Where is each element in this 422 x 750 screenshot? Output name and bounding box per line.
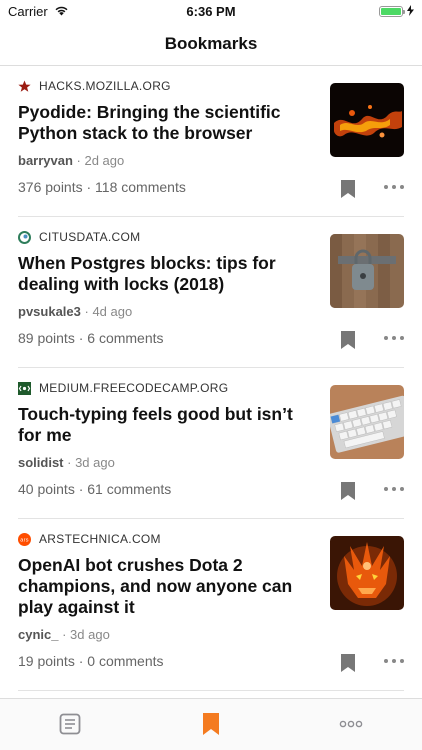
story-item[interactable]: CITUSDATA.COM When Postgres blocks: tips… [18, 217, 404, 368]
story-stats[interactable]: 19 points · 0 comments [18, 653, 164, 669]
bookmark-button[interactable] [340, 330, 356, 350]
story-source-label: CITUSDATA.COM [39, 230, 141, 244]
story-author[interactable]: barryvan [18, 153, 73, 168]
battery-icon [379, 6, 405, 17]
story-byline: pvsukale3 · 4d ago [18, 304, 132, 319]
more-options-button[interactable] [384, 479, 404, 499]
bookmark-button[interactable] [340, 179, 356, 199]
story-byline: solidist · 3d ago [18, 455, 115, 470]
tab-more[interactable] [336, 711, 366, 737]
bookmark-icon [203, 713, 219, 735]
keyboard-image [330, 385, 404, 459]
story-byline: barryvan · 2d ago [18, 153, 124, 168]
story-source: MEDIUM.FREECODECAMP.ORG [18, 380, 228, 396]
status-bar: Carrier 6:36 PM [0, 0, 422, 22]
page-title: Bookmarks [164, 34, 258, 53]
status-time: 6:36 PM [186, 4, 236, 19]
story-title[interactable]: Touch-typing feels good but isn’t for me [18, 404, 308, 446]
story-time: · 4d ago [84, 304, 133, 319]
story-source-label: MEDIUM.FREECODECAMP.ORG [39, 381, 229, 395]
story-source: HACKS.MOZILLA.ORG [18, 78, 171, 94]
more-icon [339, 720, 363, 728]
freecodecamp-icon [18, 381, 31, 395]
story-title[interactable]: When Postgres blocks: tips for dealing w… [18, 253, 308, 295]
citus-icon [18, 230, 31, 244]
story-time: · 2d ago [76, 153, 125, 168]
status-right [379, 4, 414, 19]
mozilla-star-icon [18, 80, 31, 93]
story-stats[interactable]: 376 points · 118 comments [18, 179, 186, 195]
bookmarks-list: HACKS.MOZILLA.ORG Pyodide: Bringing the … [0, 66, 422, 698]
more-options-button[interactable] [384, 328, 404, 348]
story-source-label: HACKS.MOZILLA.ORG [39, 79, 171, 93]
story-item[interactable]: MEDIUM.FREECODECAMP.ORG Touch-typing fee… [18, 368, 404, 519]
stories-icon [59, 713, 81, 735]
story-title[interactable]: Pyodide: Bringing the scientific Python … [18, 102, 308, 144]
bookmark-button[interactable] [340, 653, 356, 673]
story-author[interactable]: solidist [18, 455, 64, 470]
story-title[interactable]: OpenAI bot crushes Dota 2 champions, and… [18, 555, 308, 618]
story-item[interactable]: ars ARSTECHNICA.COM OpenAI bot crushes D… [18, 519, 404, 691]
story-stats[interactable]: 89 points · 6 comments [18, 330, 164, 346]
story-time: · 3d ago [62, 627, 110, 642]
arstechnica-icon: ars [18, 532, 31, 546]
fire-image [330, 83, 404, 157]
story-source: ars ARSTECHNICA.COM [18, 531, 161, 547]
story-byline: cynic_ · 3d ago [18, 627, 110, 642]
story-thumbnail[interactable] [330, 385, 404, 459]
story-thumbnail[interactable] [330, 234, 404, 308]
story-author[interactable]: pvsukale3 [18, 304, 81, 319]
dota-demon-image [330, 536, 404, 610]
tab-stories[interactable] [55, 711, 85, 737]
padlock-image [330, 234, 404, 308]
story-thumbnail[interactable] [330, 83, 404, 157]
tab-bookmarks[interactable] [196, 711, 226, 737]
story-source: CITUSDATA.COM [18, 229, 140, 245]
more-options-button[interactable] [384, 177, 404, 197]
story-author[interactable]: cynic_ [18, 627, 58, 642]
navigation-bar: Bookmarks [0, 22, 422, 66]
bookmark-button[interactable] [340, 481, 356, 501]
story-stats[interactable]: 40 points · 61 comments [18, 481, 171, 497]
story-thumbnail[interactable] [330, 536, 404, 610]
story-item[interactable]: HACKS.MOZILLA.ORG Pyodide: Bringing the … [18, 66, 404, 217]
tab-bar [0, 698, 422, 750]
svg-text:ars: ars [20, 537, 29, 543]
story-time: · 3d ago [67, 455, 115, 470]
charging-bolt-icon [407, 4, 414, 19]
story-source-label: ARSTECHNICA.COM [39, 532, 161, 546]
more-options-button[interactable] [384, 651, 404, 671]
